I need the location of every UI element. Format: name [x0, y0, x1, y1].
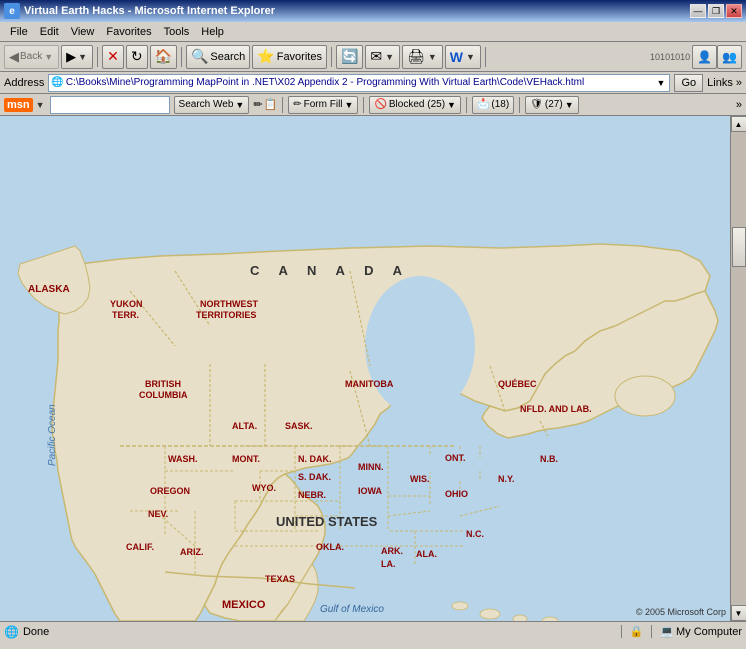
count2-dropdown[interactable]: ▼: [565, 100, 574, 110]
toolbar: ◀ Back ▼ ▶ ▼ ✕ ↻ 🏠 🔍 Search ⭐ Favorites …: [0, 42, 746, 72]
security-icon: 🔒: [630, 625, 644, 638]
svg-text:Pacific Ocean: Pacific Ocean: [47, 404, 58, 466]
computer-icon: 💻: [660, 625, 674, 638]
back-label: Back: [20, 51, 42, 62]
computer-label: My Computer: [676, 626, 742, 638]
scroll-down-button[interactable]: ▼: [731, 605, 746, 621]
minimize-button[interactable]: —: [690, 4, 706, 18]
status-computer: 💻 My Computer: [651, 625, 742, 638]
toolbar-sep-4: [485, 47, 486, 67]
scroll-track[interactable]: [731, 132, 746, 605]
media-button[interactable]: 🔄: [336, 45, 363, 69]
toolbar-sep-1: [97, 47, 98, 67]
stop-button[interactable]: ✕: [102, 45, 124, 69]
messenger-button[interactable]: 👤: [692, 45, 717, 69]
word-button[interactable]: W ▼: [445, 45, 481, 69]
map-svg: Pacific Ocean: [0, 116, 730, 621]
address-bar: Address 🌐 ▼ Go Links »: [0, 72, 746, 94]
menu-help[interactable]: Help: [195, 24, 230, 40]
msn-right: »: [736, 99, 742, 111]
status-icon: 🌐: [4, 625, 19, 639]
count1-button[interactable]: 📩 (18): [472, 96, 514, 114]
msn-dropdown[interactable]: ▼: [35, 98, 46, 112]
print-dropdown[interactable]: ▼: [427, 50, 438, 64]
scroll-up-button[interactable]: ▲: [731, 116, 746, 132]
address-input-wrap[interactable]: 🌐 ▼: [48, 74, 670, 92]
map-container: Pacific Ocean C A N A D A ALASKA YUKON T…: [0, 116, 746, 621]
form-fill-dropdown[interactable]: ▼: [345, 100, 354, 110]
toolbar-right: 10101010 👤 👥: [650, 45, 742, 69]
toolbar-sep-3: [331, 47, 332, 67]
status-security: 🔒: [621, 625, 644, 638]
msn-sep-2: [363, 97, 364, 113]
count2-label: (27): [545, 99, 563, 110]
scroll-thumb[interactable]: [732, 227, 746, 267]
mail-button[interactable]: ✉ ▼: [365, 45, 400, 69]
menu-view[interactable]: View: [65, 24, 101, 40]
count2-button[interactable]: 🛡 (27) ▼: [525, 96, 578, 114]
back-dropdown[interactable]: ▼: [43, 50, 54, 64]
go-button[interactable]: Go: [674, 74, 703, 92]
menu-favorites[interactable]: Favorites: [100, 24, 157, 40]
menu-edit[interactable]: Edit: [34, 24, 65, 40]
msn-sep-4: [519, 97, 520, 113]
forward-button[interactable]: ▶ ▼: [61, 45, 93, 69]
print-button[interactable]: 🖨 ▼: [402, 45, 443, 69]
count1-label: (18): [491, 99, 509, 110]
word-dropdown[interactable]: ▼: [465, 50, 476, 64]
restore-button[interactable]: ❐: [708, 4, 724, 18]
search-button[interactable]: 🔍 Search: [186, 45, 250, 69]
bits-icon: 10101010: [650, 52, 690, 62]
user-button[interactable]: 👥: [717, 45, 742, 69]
search-web-button[interactable]: Search Web ▼: [174, 96, 250, 114]
search-web-label: Search Web: [179, 99, 234, 110]
msn-logo: msn: [4, 98, 33, 112]
back-button[interactable]: ◀ Back ▼: [4, 45, 59, 69]
favorites-button[interactable]: ⭐ Favorites: [252, 45, 327, 69]
msn-bar: msn ▼ Search Web ▼ ✏ 📋 ✏ Form Fill ▼ 🚫 B…: [0, 94, 746, 116]
title-bar-buttons: — ❐ ✕: [690, 4, 742, 18]
msn-logo-area: msn ▼: [4, 98, 46, 112]
blocked-dropdown[interactable]: ▼: [447, 100, 456, 110]
menu-tools[interactable]: Tools: [158, 24, 196, 40]
status-text: Done: [23, 626, 617, 638]
menu-file[interactable]: File: [4, 24, 34, 40]
scrollbar-vertical[interactable]: ▲ ▼: [730, 116, 746, 621]
page-icon: 🌐: [51, 77, 63, 88]
home-button[interactable]: 🏠: [150, 45, 177, 69]
links-button[interactable]: Links »: [707, 77, 742, 89]
blocked-button[interactable]: 🚫 Blocked (25) ▼: [369, 96, 461, 114]
form-fill-button[interactable]: ✏ Form Fill ▼: [288, 96, 358, 114]
refresh-button[interactable]: ↻: [126, 45, 148, 69]
msn-sep-3: [466, 97, 467, 113]
msn-sep-1: [282, 97, 283, 113]
close-button[interactable]: ✕: [726, 4, 742, 18]
favorites-label: Favorites: [277, 51, 322, 63]
toolbar-sep-2: [181, 47, 182, 67]
search-label: Search: [210, 51, 245, 63]
title-bar-left: e Virtual Earth Hacks - Microsoft Intern…: [4, 3, 275, 19]
address-label: Address: [4, 77, 44, 89]
msn-search-box[interactable]: [50, 96, 170, 114]
form-fill-label: Form Fill: [304, 99, 343, 110]
window-title: Virtual Earth Hacks - Microsoft Internet…: [24, 5, 275, 17]
address-dropdown[interactable]: ▼: [655, 78, 668, 88]
status-bar: 🌐 Done 🔒 💻 My Computer: [0, 621, 746, 641]
ie-icon: e: [4, 3, 20, 19]
msn-search-input[interactable]: [51, 99, 169, 110]
blocked-label: Blocked (25): [389, 99, 445, 110]
mail-dropdown[interactable]: ▼: [384, 50, 395, 64]
msn-icons: ✏ 📋: [253, 98, 277, 111]
title-bar: e Virtual Earth Hacks - Microsoft Intern…: [0, 0, 746, 22]
address-input[interactable]: [66, 77, 653, 88]
search-web-dropdown[interactable]: ▼: [235, 100, 244, 110]
status-right: 🔒 💻 My Computer: [621, 625, 742, 638]
msn-expand[interactable]: »: [736, 99, 742, 111]
menu-bar: File Edit View Favorites Tools Help: [0, 22, 746, 42]
forward-dropdown[interactable]: ▼: [77, 50, 88, 64]
